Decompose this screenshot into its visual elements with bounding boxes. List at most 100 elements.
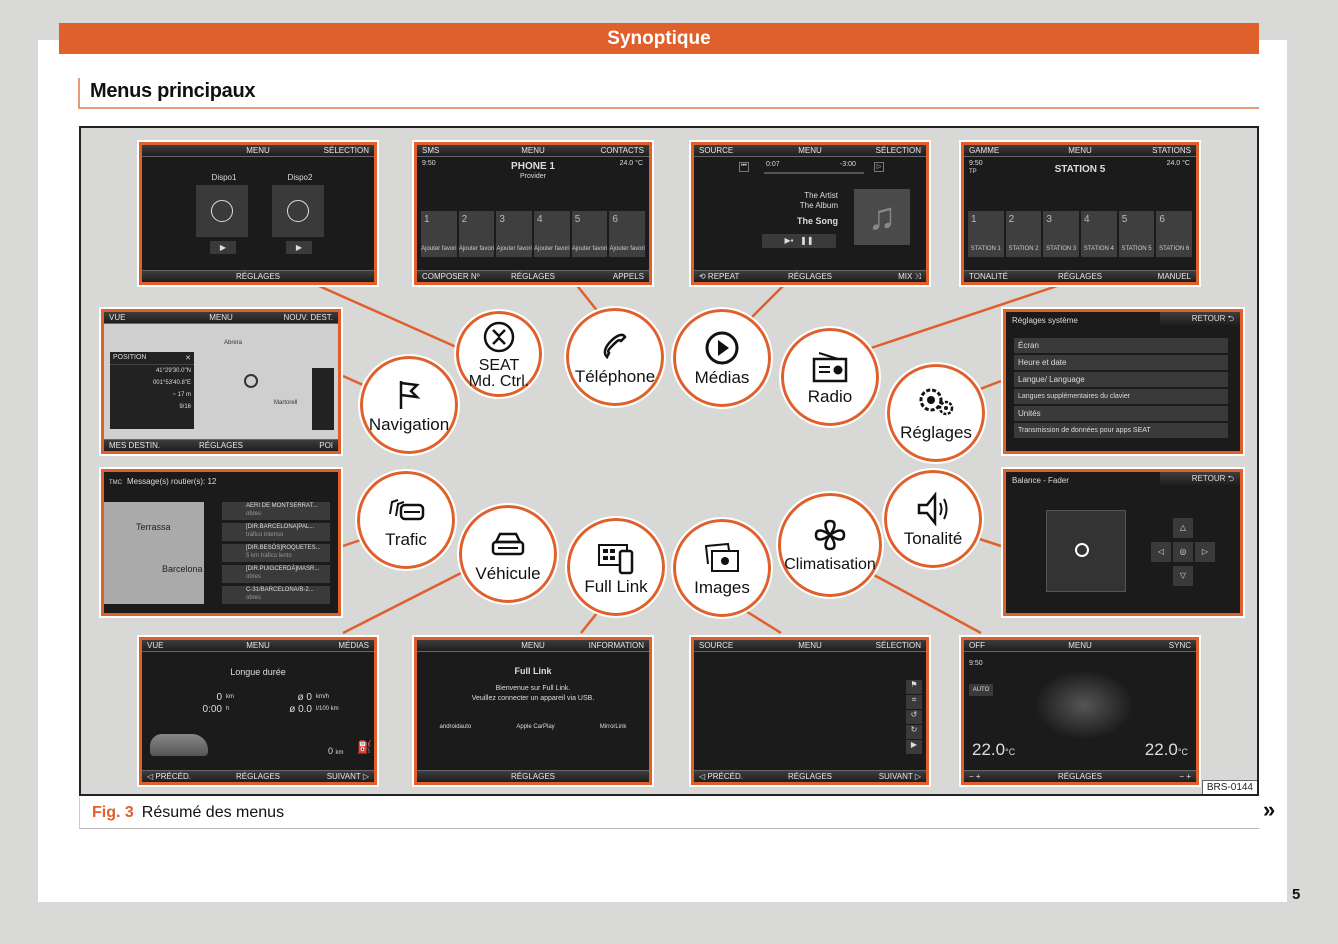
next-button[interactable]: SUIVANT ▷ (847, 772, 921, 781)
balance-position-marker[interactable] (1075, 543, 1089, 557)
menu-button[interactable]: MENU (1043, 146, 1117, 155)
screen-radio[interactable]: GAMME MENU STATIONS 9:50 TP STATION 5 24.0… (959, 140, 1201, 287)
station-tile[interactable]: 6 STATION 6 (1156, 211, 1193, 257)
favorite-tile[interactable]: 2 Ajouter favori (458, 211, 495, 257)
mirrorlink-logo[interactable]: MirrorLink (600, 724, 627, 730)
source-button[interactable]: SOURCE (699, 641, 773, 650)
mix-button[interactable]: MIX ⤨ (847, 272, 921, 282)
next-button[interactable]: SUIVANT ▷ (295, 772, 369, 781)
previous-button[interactable]: ◁ PRÉCÉD. (699, 772, 773, 781)
menu-button[interactable]: MENU (184, 313, 259, 322)
settings-button[interactable]: RÉGLAGES (221, 272, 295, 281)
repeat-button[interactable]: ⟲ REPEAT (699, 272, 773, 281)
screen-seat-drive-profile[interactable]: MENU SÉLECTION Dispo1 ▶ Dispo2 ▶ RÉGLAGES (137, 140, 379, 287)
settings-button[interactable]: RÉGLAGES (496, 772, 570, 781)
stations-button[interactable]: STATIONS (1117, 146, 1191, 155)
sync-button[interactable]: SYNC (1117, 641, 1191, 650)
flag-icon[interactable]: ⚑ (906, 680, 922, 694)
dial-button[interactable]: COMPOSER Nº (422, 272, 496, 281)
left-temp-stepper[interactable]: − + (969, 772, 1043, 781)
play-button[interactable]: ▶ (286, 241, 312, 254)
view-button[interactable]: VUE (147, 641, 221, 650)
previous-button[interactable]: ◁ PRÉCÉD. (147, 772, 221, 781)
screen-vehicle[interactable]: VUE MENU MÉDIAS Longue durée 0 km 0:00 h ø… (137, 635, 379, 787)
manual-button[interactable]: MANUEL (1117, 272, 1191, 281)
seat-diagram[interactable] (1046, 510, 1126, 592)
calls-button[interactable]: APPELS (570, 272, 644, 281)
right-button[interactable]: ▷ (1195, 542, 1215, 562)
menu-button[interactable]: MENU (1043, 641, 1117, 650)
center-button[interactable]: ◎ (1173, 542, 1193, 562)
screen-traffic[interactable]: TMC Message(s) routier(s): 12 Terrassa Ba… (99, 467, 343, 618)
left-temperature[interactable]: 22.0°C (972, 740, 1015, 760)
band-button[interactable]: GAMME (969, 146, 1043, 155)
settings-button[interactable]: RÉGLAGES (1043, 272, 1117, 281)
right-temperature[interactable]: 22.0°C (1145, 740, 1188, 760)
favorite-tile[interactable]: 6 Ajouter favori (609, 211, 646, 257)
back-button[interactable]: RETOUR ⮌ (1160, 472, 1240, 485)
screen-navigation[interactable]: VUE MENU NOUV. DEST. Abrera Martorell POSI… (99, 307, 343, 456)
settings-item[interactable]: Écran (1014, 338, 1228, 353)
pause-button[interactable]: ▶▪ ❚❚ (762, 234, 836, 248)
favorite-tile[interactable]: 5 Ajouter favori (571, 211, 608, 257)
settings-button[interactable]: RÉGLAGES (221, 772, 295, 781)
station-tile[interactable]: 5 STATION 5 (1118, 211, 1155, 257)
left-button[interactable]: ◁ (1151, 542, 1171, 562)
settings-button[interactable]: RÉGLAGES (496, 272, 570, 281)
settings-button[interactable]: RÉGLAGES (773, 272, 847, 281)
menu-button[interactable]: MENU (221, 641, 295, 650)
screen-media[interactable]: SOURCE MENU SÉLECTION ⏮ 0:07 -3:00 ▷ The A… (689, 140, 931, 287)
fit-screen-icon[interactable]: ⌗ (906, 695, 922, 709)
screen-full-link[interactable]: MENU INFORMATION Full Link Bienvenue sur … (412, 635, 654, 787)
play-button[interactable]: ▶ (210, 241, 236, 254)
traffic-message[interactable]: [DIR.BESÒS]ROQUETES... 5 km tráfico lento (222, 544, 330, 562)
progress-bar[interactable] (764, 172, 864, 174)
new-destination-button[interactable]: NOUV. DEST. (258, 313, 334, 322)
dispo2-tile[interactable] (272, 185, 324, 237)
traffic-map[interactable]: Terrassa Barcelona (104, 502, 204, 604)
station-tile[interactable]: 3 STATION 3 (1043, 211, 1080, 257)
traffic-message[interactable]: C-31/BARCELONA/B-2... obres (222, 586, 330, 604)
back-button[interactable]: RETOUR ⮌ (1160, 312, 1240, 325)
auto-button[interactable]: AUTO (969, 684, 993, 696)
off-button[interactable]: OFF (969, 641, 1043, 650)
down-button[interactable]: ▽ (1173, 566, 1193, 586)
rotate-left-icon[interactable]: ↺ (906, 710, 922, 724)
settings-item[interactable]: Unités (1014, 406, 1228, 421)
favorite-tile[interactable]: 1 Ajouter favori (421, 211, 457, 257)
map-side-controls[interactable] (312, 368, 334, 430)
settings-button[interactable]: RÉGLAGES (773, 772, 847, 781)
source-button[interactable]: SOURCE (699, 146, 773, 155)
traffic-message[interactable]: AERI DE MONTSERRAT... obres (222, 502, 330, 520)
station-tile[interactable]: 2 STATION 2 (1005, 211, 1042, 257)
screen-climate[interactable]: OFF MENU SYNC 9:50 AUTO 22.0°C 22.0°C − + R… (959, 635, 1201, 787)
screen-phone[interactable]: SMS MENU CONTACTS 9:50 PHONE 1 Provider 24… (412, 140, 654, 287)
menu-button[interactable]: MENU (496, 146, 570, 155)
menu-button[interactable]: MENU (773, 641, 847, 650)
traffic-message[interactable]: [DIR.PUIGCERDÀ]MASR... obres (222, 565, 330, 583)
apple-carplay-logo[interactable]: Apple CarPlay (516, 724, 554, 730)
selection-button[interactable]: SÉLECTION (847, 146, 921, 155)
screen-balance-fader[interactable]: Balance - Fader RETOUR ⮌ △ ◁ ◎ ▷ ▽ (1001, 467, 1245, 618)
settings-item[interactable]: Langues supplémentaires du clavier (1014, 389, 1228, 404)
view-button[interactable]: VUE (109, 313, 184, 322)
poi-button[interactable]: POI (258, 441, 333, 450)
tone-button[interactable]: TONALITÉ (969, 272, 1043, 281)
screen-images[interactable]: SOURCE MENU SÉLECTION ⚑ ⌗ ↺ ↻ ▶ ◁ PRÉCÉD. R… (689, 635, 931, 787)
menu-button[interactable]: MENU (221, 146, 295, 155)
menu-button[interactable]: MENU (496, 641, 570, 650)
contacts-button[interactable]: CONTACTS (570, 146, 644, 155)
previous-track-button[interactable]: ⏮ (739, 162, 749, 172)
favorite-tile[interactable]: 3 Ajouter favori (496, 211, 533, 257)
information-button[interactable]: INFORMATION (570, 641, 644, 650)
settings-item[interactable]: Langue/ Language (1014, 372, 1228, 387)
station-tile[interactable]: 1 STATION 1 (968, 211, 1004, 257)
sms-button[interactable]: SMS (422, 146, 496, 155)
favorite-tile[interactable]: 4 Ajouter favori (534, 211, 570, 257)
screen-system-settings[interactable]: Réglages système RETOUR ⮌ Écran Heure et… (1001, 307, 1245, 456)
settings-button[interactable]: RÉGLAGES (1043, 772, 1117, 781)
dispo1-tile[interactable] (196, 185, 248, 237)
android-auto-logo[interactable]: androidauto (440, 724, 472, 730)
close-icon[interactable]: ✕ (185, 354, 191, 362)
up-button[interactable]: △ (1173, 518, 1193, 538)
